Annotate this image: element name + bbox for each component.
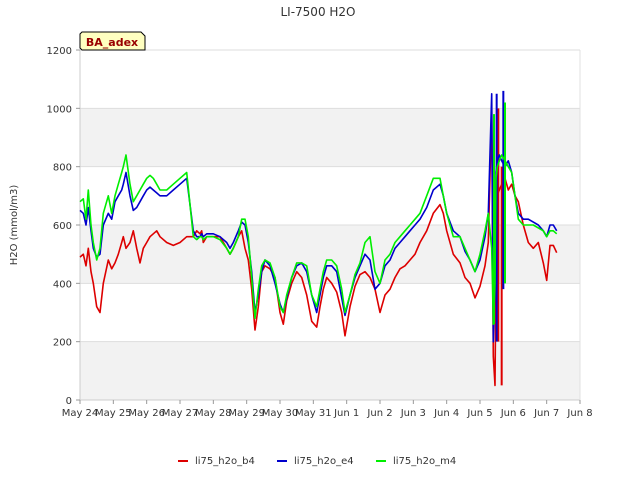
y-tick-label: 1200 [47,46,72,57]
chart-title: LI-7500 H2O [280,5,355,19]
legend-label: li75_h2o_m4 [393,456,456,467]
y-tick-label: 600 [53,221,72,232]
x-tick-label: Jun 2 [366,408,392,419]
x-tick-label: May 26 [128,408,165,419]
y-tick-label: 800 [53,163,72,174]
y-tick-label: 1000 [47,104,72,115]
x-tick-label: Jun 7 [533,408,559,419]
x-tick-label: May 28 [195,408,232,419]
x-tick-label: Jun 1 [333,408,359,419]
site-badge: BA_adex [79,31,146,51]
site-badge-label: BA_adex [86,36,138,49]
x-tick-label: May 24 [62,408,99,419]
legend-label: li75_h2o_e4 [294,456,354,467]
y-tick-label: 200 [53,338,72,349]
x-tick-label: Jun 6 [500,408,526,419]
x-tick-label: May 30 [262,408,299,419]
y-axis-label: H2O (mmol/m3) [9,185,20,266]
grid-band [80,341,580,400]
legend: li75_h2o_b4 li75_h2o_e4 li75_h2o_m4 [178,456,456,467]
legend-label: li75_h2o_b4 [195,456,255,467]
y-tick-label: 400 [53,279,72,290]
h2o-line-chart: 020040060080010001200May 24May 25May 26M… [0,0,640,480]
x-tick-label: Jun 3 [400,408,426,419]
x-tick-label: Jun 5 [466,408,492,419]
x-tick-label: May 25 [95,408,132,419]
x-tick-label: May 29 [228,408,265,419]
y-tick-label: 0 [66,396,72,407]
x-tick-label: Jun 8 [566,408,592,419]
x-tick-label: May 27 [162,408,199,419]
x-tick-label: Jun 4 [433,408,459,419]
x-tick-label: May 31 [295,408,332,419]
